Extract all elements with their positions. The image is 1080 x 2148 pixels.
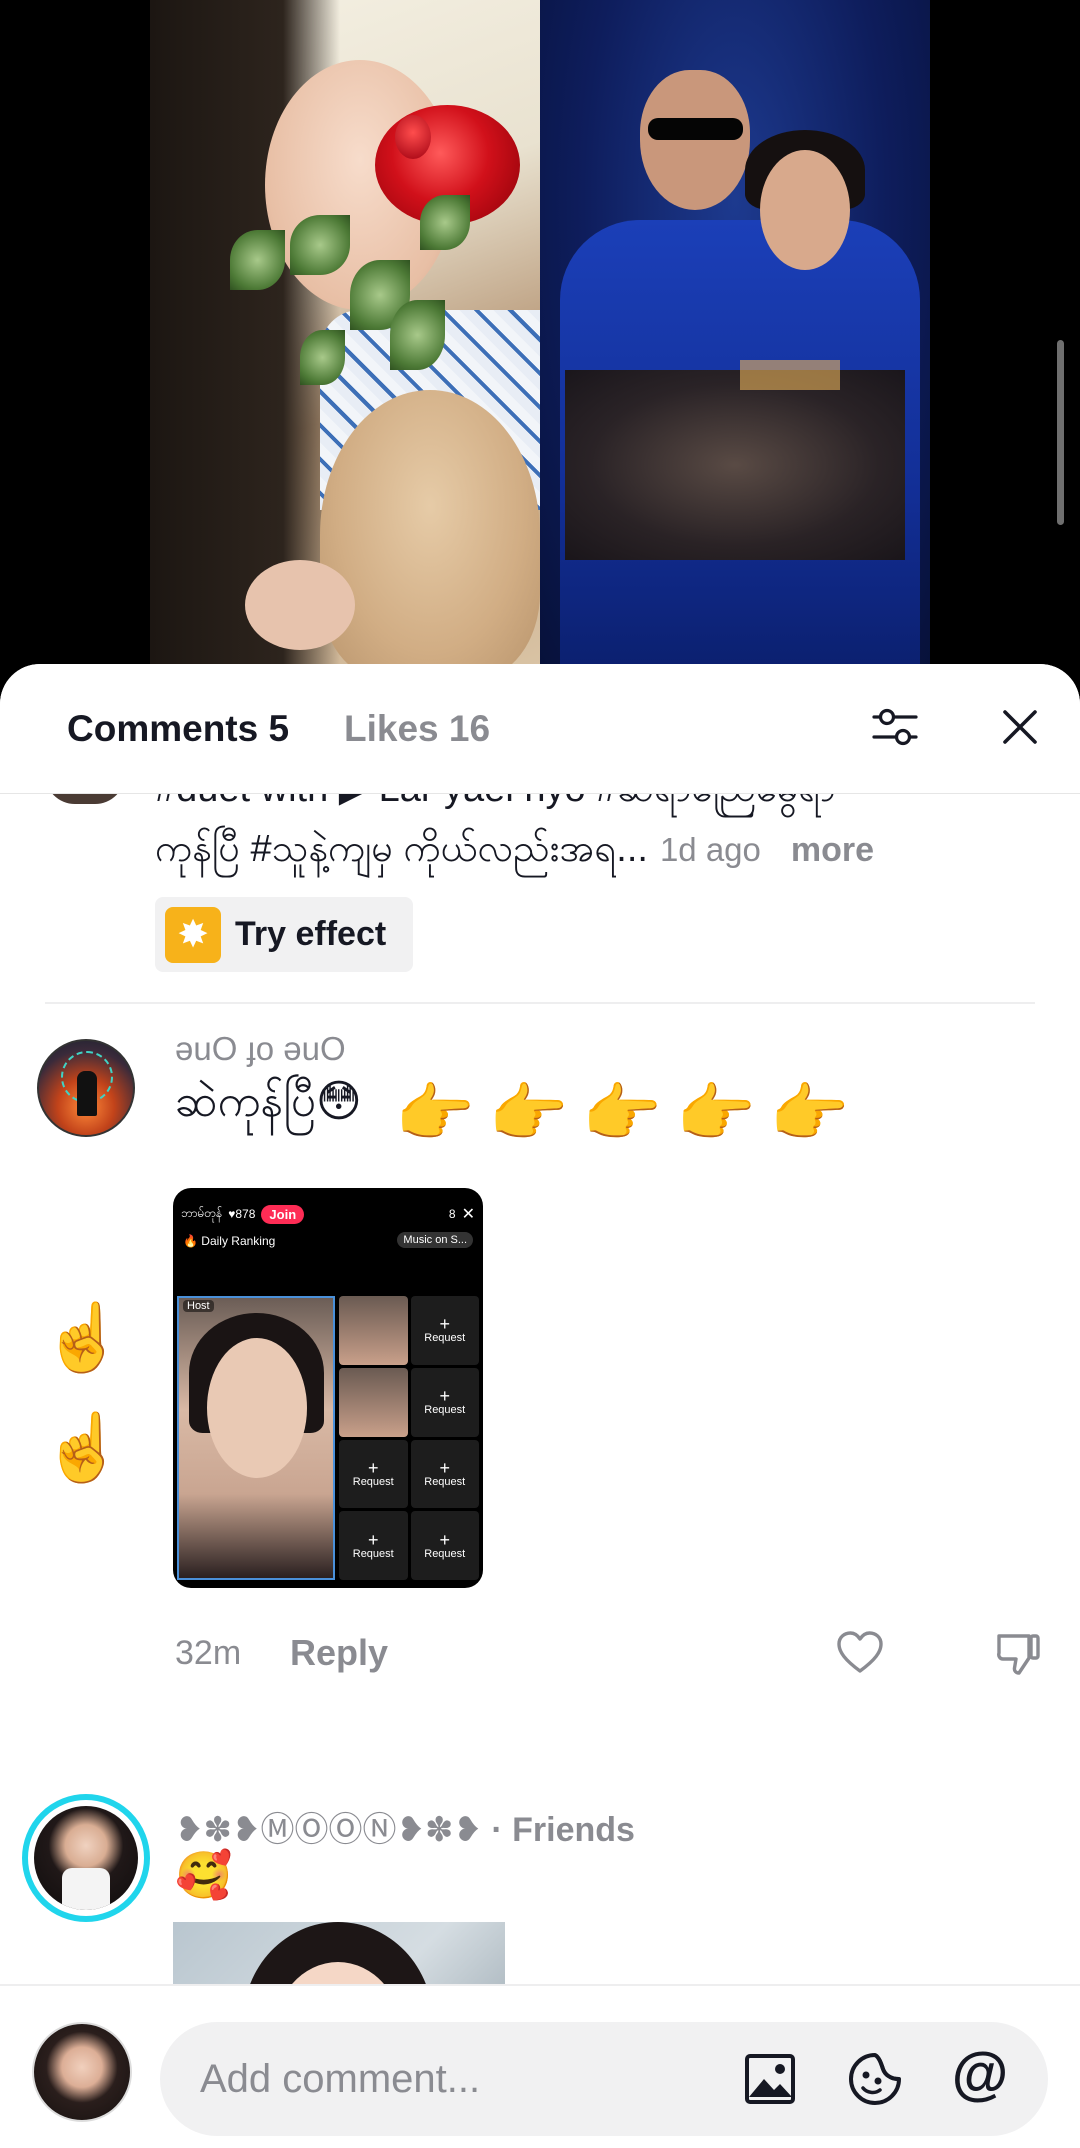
host-face: [207, 1338, 307, 1478]
close-icon: ✕: [461, 1206, 475, 1223]
man-head: [640, 70, 750, 210]
comment-image-attachment[interactable]: ဘာမ်တုန် ♥878 Join 8 ✕ 🔥 Daily Ranking M…: [173, 1188, 483, 1588]
live-host-name: ဘာမ်တုန်: [181, 1206, 223, 1220]
caption-ellipsis: ...: [616, 828, 648, 870]
avatar: [34, 1806, 138, 1910]
guest-cell: [339, 1367, 408, 1437]
comment-input-pill[interactable]: @: [160, 2022, 1048, 2136]
leaf: [390, 300, 445, 370]
reply-button[interactable]: Reply: [290, 1632, 388, 1674]
mention-icon[interactable]: @: [950, 2044, 1010, 2104]
caption-line: ကုန်ပြီ #သူနဲ့ကျမှ ကိုယ်လည်းအရ ... 1d ag…: [155, 824, 1055, 880]
guest-count: 8: [448, 1207, 456, 1221]
tab-likes[interactable]: Likes 16: [344, 708, 490, 750]
try-effect-label: Try effect: [235, 915, 387, 953]
filter-icon[interactable]: [870, 702, 920, 752]
avatar[interactable]: [37, 1039, 135, 1137]
close-icon[interactable]: [995, 702, 1045, 752]
rose-bud: [395, 115, 431, 159]
comment-emojis: 👉👉👉👉👉: [395, 1077, 864, 1149]
duet-left-video: [150, 0, 540, 665]
caption-top-fragment: #duet with ▶ Lar yaei nyo #ဆရာညြေမွေရာ: [155, 794, 836, 820]
avatar-figure: [77, 1071, 97, 1116]
teddy-bear: [320, 390, 540, 665]
caption-text: ကုန်ပြီ #သူနဲ့ကျမှ ကိုယ်လည်းအရ: [155, 828, 617, 870]
avatar-ring-friends[interactable]: [22, 1794, 150, 1922]
creator-avatar[interactable]: [45, 794, 125, 804]
music-label: Music on S...: [397, 1232, 473, 1248]
leaf: [230, 230, 285, 290]
comment-text: 🥰: [175, 1849, 233, 1901]
header-divider: [0, 793, 1080, 794]
divider: [45, 1002, 1035, 1004]
comments-list[interactable]: #duet with ▶ Lar yaei nyo #ဆရာညြေမွေရာ က…: [0, 794, 1080, 1984]
guest-cell: [339, 1296, 408, 1365]
sparkle-icon: ✸: [165, 906, 221, 963]
comment-text: ဆဲကုန်ပြီ😳: [175, 1077, 362, 1126]
request-cell: + Request: [410, 1367, 479, 1437]
comment-input-bar: @: [0, 1984, 1080, 2148]
sheet-header: Comments 5 Likes 16: [0, 664, 1080, 794]
comment-input[interactable]: [200, 2052, 660, 2106]
sticker-icon[interactable]: [845, 2049, 905, 2109]
request-cell: + Request: [410, 1439, 479, 1509]
comment-image-attachment[interactable]: [173, 1922, 505, 1984]
sunglasses: [648, 118, 743, 140]
request-cell: + Request: [410, 1296, 479, 1365]
host-label: Host: [183, 1300, 214, 1312]
comment-emoji-up: ☝️: [42, 1410, 125, 1484]
comment-emoji-up: ☝️: [42, 1300, 125, 1374]
crowd-scene: [565, 370, 905, 560]
leaf: [300, 330, 345, 385]
live-likes: ♥878: [228, 1207, 256, 1221]
live-top-bar: ဘာမ်တုန် ♥878 Join 8 ✕: [181, 1196, 475, 1232]
duet-right-video: [540, 0, 930, 665]
request-cell: + Request: [339, 1511, 408, 1580]
avatar-shirt: [62, 1868, 110, 1910]
friends-label: · Friends: [481, 1811, 635, 1849]
username-text: ❥✽❥ⓂⓄⓄⓃ❥✽❥: [175, 1811, 482, 1849]
video-preview[interactable]: [0, 0, 1080, 680]
my-avatar[interactable]: [32, 2022, 132, 2122]
leaf: [420, 195, 470, 250]
request-cell: + Request: [410, 1511, 479, 1580]
hand-shape: [245, 560, 355, 650]
leaf: [290, 215, 350, 275]
join-badge: Join: [261, 1204, 305, 1224]
comment-username[interactable]: ǝuO ɟo ǝuO: [175, 1030, 346, 1068]
comment-time: 32m: [175, 1634, 242, 1672]
tab-comments[interactable]: Comments 5: [67, 708, 289, 750]
stage-light: [740, 360, 840, 390]
image-icon[interactable]: [740, 2049, 800, 2109]
try-effect-button[interactable]: ✸ Try effect: [155, 897, 413, 972]
comments-sheet: Comments 5 Likes 16 #duet with ▶ Lar yae…: [0, 664, 1080, 2148]
comment-username[interactable]: ❥✽❥ⓂⓄⓄⓃ❥✽❥ · Friends: [175, 1802, 635, 1851]
daily-ranking: 🔥 Daily Ranking: [183, 1234, 276, 1248]
caption-time: 1d ago: [659, 831, 761, 868]
host-video: Host: [177, 1296, 335, 1580]
dislike-icon[interactable]: [993, 1628, 1043, 1678]
request-cell: + Request: [339, 1439, 408, 1509]
caption-more-link[interactable]: more: [791, 831, 874, 870]
guest-grid: + Request + Request + Request + Request + Req…: [339, 1296, 479, 1580]
woman-head: [760, 150, 850, 270]
scroll-indicator[interactable]: [1057, 340, 1064, 525]
heart-icon[interactable]: [835, 1628, 885, 1678]
